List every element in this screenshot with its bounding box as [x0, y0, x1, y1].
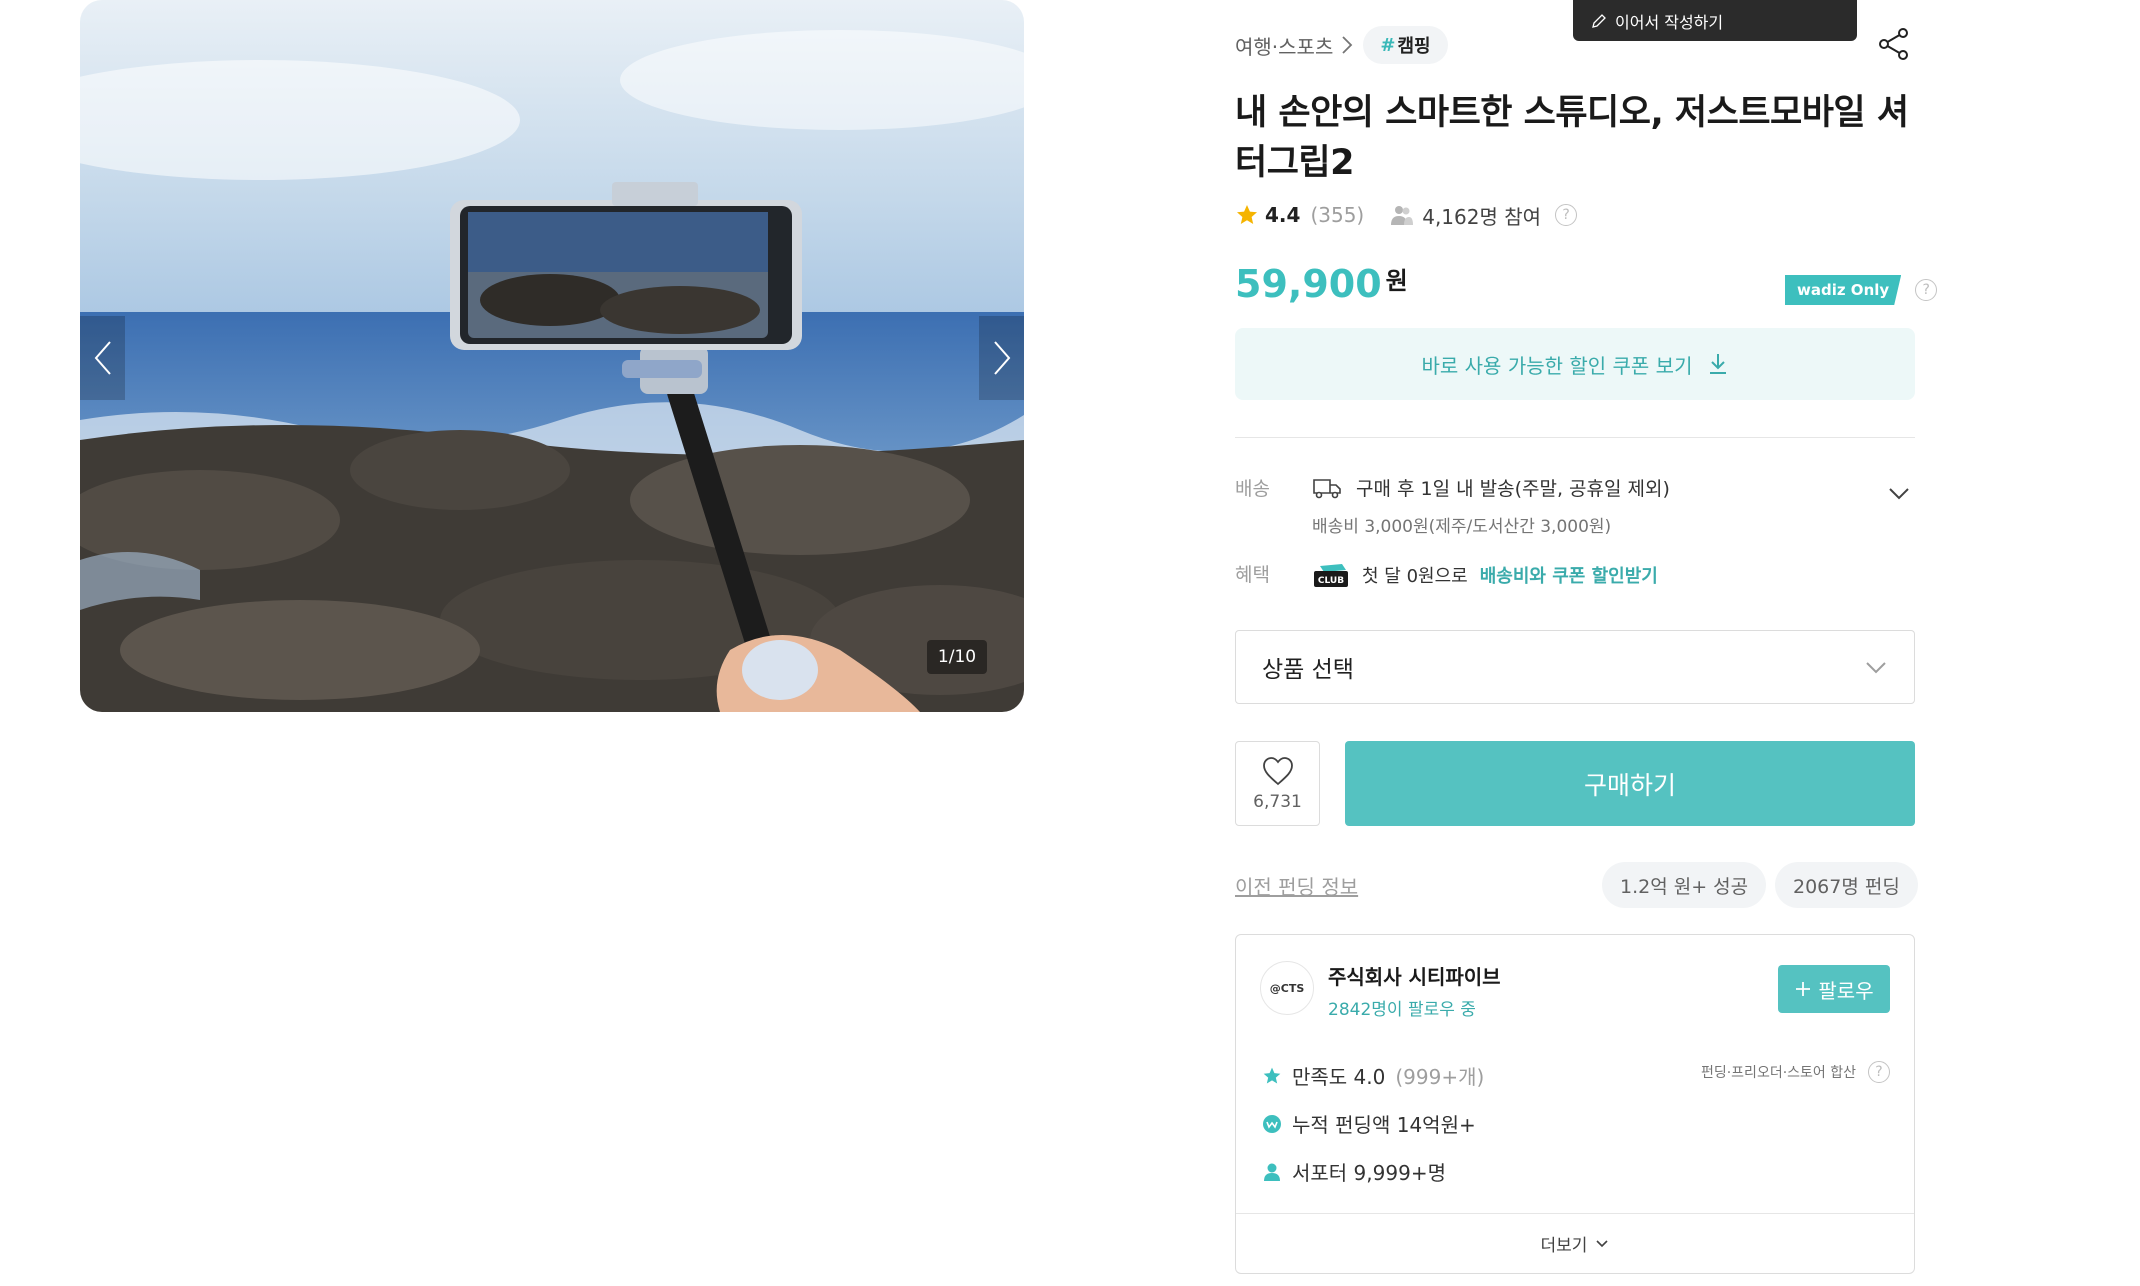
- resume-write-button[interactable]: 이어서 작성하기: [1573, 0, 1857, 41]
- funding-amount-chip: 1.2억 원+ 성공: [1602, 862, 1767, 908]
- shipping-info: 구매 후 1일 내 발송(주말, 공휴일 제외): [1312, 474, 1670, 501]
- shipping-fee: 배송비 3,000원(제주/도서산간 3,000원): [1312, 517, 1612, 537]
- maker-supporters: 서포터 9,999+명: [1262, 1157, 1446, 1186]
- rating-score: 4.4: [1265, 203, 1301, 227]
- star-icon: [1263, 1067, 1281, 1083]
- wadiz-only: wadiz Only ?: [1785, 275, 1938, 305]
- participants: 4,162명 참여 ?: [1390, 201, 1578, 230]
- share-button[interactable]: [1876, 26, 1912, 62]
- maker-followers: 2842명이 팔로우 중: [1328, 1000, 1476, 1020]
- person-icon: [1264, 1163, 1280, 1181]
- benefit-label: 혜택: [1235, 564, 1270, 586]
- chevron-right-icon: [993, 341, 1010, 375]
- maker-name[interactable]: 주식회사 시티파이브: [1328, 961, 1501, 990]
- coupon-button[interactable]: 바로 사용 가능한 할인 쿠폰 보기: [1235, 328, 1915, 400]
- wadiz-only-badge: wadiz Only: [1785, 275, 1902, 305]
- option-select[interactable]: 상품 선택: [1235, 630, 1915, 704]
- hash-icon: #: [1380, 34, 1396, 56]
- star-icon: [1237, 205, 1257, 224]
- breadcrumb: 여행·스포츠 # 캠핑: [1235, 26, 1448, 64]
- truck-icon: [1313, 478, 1341, 498]
- funding-people-chip: 2067명 펀딩: [1775, 862, 1918, 908]
- heart-icon: [1262, 756, 1293, 785]
- satisfaction-count: (999+개): [1395, 1065, 1485, 1089]
- total-funding-label: 누적 펀딩액 14억원+: [1292, 1113, 1476, 1137]
- gallery-next-button[interactable]: [979, 316, 1024, 400]
- product-photo: [80, 0, 1024, 712]
- satisfaction-note: 펀딩·프리오더·스토어 합산 ?: [1701, 1061, 1890, 1083]
- maker-logo[interactable]: @CTS: [1260, 961, 1314, 1015]
- chevron-down-icon: [1596, 1239, 1609, 1247]
- club-badge: CLUB: [1314, 564, 1348, 587]
- previous-funding-link[interactable]: 이전 펀딩 정보: [1235, 871, 1358, 900]
- maker-total-funding: 누적 펀딩액 14억원+: [1262, 1109, 1476, 1138]
- shipping-label: 배송: [1235, 478, 1270, 500]
- chevron-down-icon: [1866, 662, 1886, 674]
- club-label: CLUB: [1318, 576, 1344, 586]
- coupon-button-label: 바로 사용 가능한 할인 쿠폰 보기: [1421, 353, 1693, 378]
- funding-icon: [1263, 1114, 1281, 1133]
- shipping-main-text: 구매 후 1일 내 발송(주말, 공휴일 제외): [1356, 478, 1670, 500]
- help-icon[interactable]: ?: [1868, 1061, 1890, 1083]
- resume-write-label: 이어서 작성하기: [1615, 12, 1724, 32]
- pencil-icon: [1592, 13, 1606, 28]
- breadcrumb-category[interactable]: 여행·스포츠: [1235, 31, 1353, 60]
- help-icon[interactable]: ?: [1555, 204, 1578, 226]
- plus-icon: [1796, 982, 1811, 996]
- people-icon: [1391, 206, 1414, 225]
- gallery-counter: 1/10: [927, 640, 987, 674]
- like-count: 6,731: [1253, 791, 1302, 812]
- more-label: 더보기: [1540, 1236, 1588, 1256]
- chevron-right-icon: [1342, 36, 1353, 54]
- divider: [1235, 437, 1915, 438]
- benefit-text: 첫 달 0원으로: [1362, 566, 1468, 587]
- review-count[interactable]: (355): [1310, 203, 1364, 227]
- chevron-down-icon: [1889, 488, 1909, 500]
- benefit-highlight-link[interactable]: 배송비와 쿠폰 할인받기: [1480, 562, 1658, 588]
- maker-more-button[interactable]: 더보기: [1236, 1213, 1914, 1273]
- share-icon: [1879, 28, 1908, 60]
- product-title: 내 손안의 스마트한 스튜디오, 저스트모바일 셔터그립2: [1235, 93, 1909, 183]
- gallery-prev-button[interactable]: [80, 316, 125, 400]
- buy-button[interactable]: 구매하기: [1345, 741, 1915, 826]
- category-tag-label: 캠핑: [1397, 36, 1431, 57]
- supporters-label: 서포터 9,999+명: [1292, 1161, 1446, 1185]
- shipping-expand-button[interactable]: [1886, 480, 1912, 506]
- maker-satisfaction: 만족도 4.0 (999+개): [1262, 1061, 1484, 1090]
- category-tag[interactable]: # 캠핑: [1363, 26, 1448, 64]
- follow-button-label: 팔로우: [1818, 978, 1874, 1003]
- like-button[interactable]: 6,731: [1235, 741, 1320, 826]
- benefit-info: CLUB 첫 달 0원으로 배송비와 쿠폰 할인받기: [1312, 562, 1658, 588]
- breadcrumb-category-label: 여행·스포츠: [1235, 34, 1334, 59]
- download-icon: [1709, 354, 1726, 374]
- product-image-gallery[interactable]: 1/10: [80, 0, 1024, 712]
- participants-label: 4,162명 참여: [1422, 204, 1542, 229]
- follow-button[interactable]: 팔로우: [1778, 965, 1890, 1013]
- satisfaction-note-text: 펀딩·프리오더·스토어 합산: [1700, 1065, 1856, 1081]
- price-amount: 59,900: [1235, 262, 1382, 306]
- price-currency: 원: [1385, 267, 1408, 295]
- maker-card: @CTS 주식회사 시티파이브 2842명이 팔로우 중 팔로우 만족도 4.0…: [1235, 934, 1915, 1274]
- option-select-label: 상품 선택: [1262, 657, 1354, 683]
- price: 59,900 원: [1235, 262, 1408, 306]
- chevron-left-icon: [94, 341, 111, 375]
- rating-row: 4.4 (355) 4,162명 참여 ?: [1235, 200, 1578, 230]
- help-icon[interactable]: ?: [1915, 279, 1938, 301]
- satisfaction-label: 만족도 4.0: [1292, 1065, 1386, 1089]
